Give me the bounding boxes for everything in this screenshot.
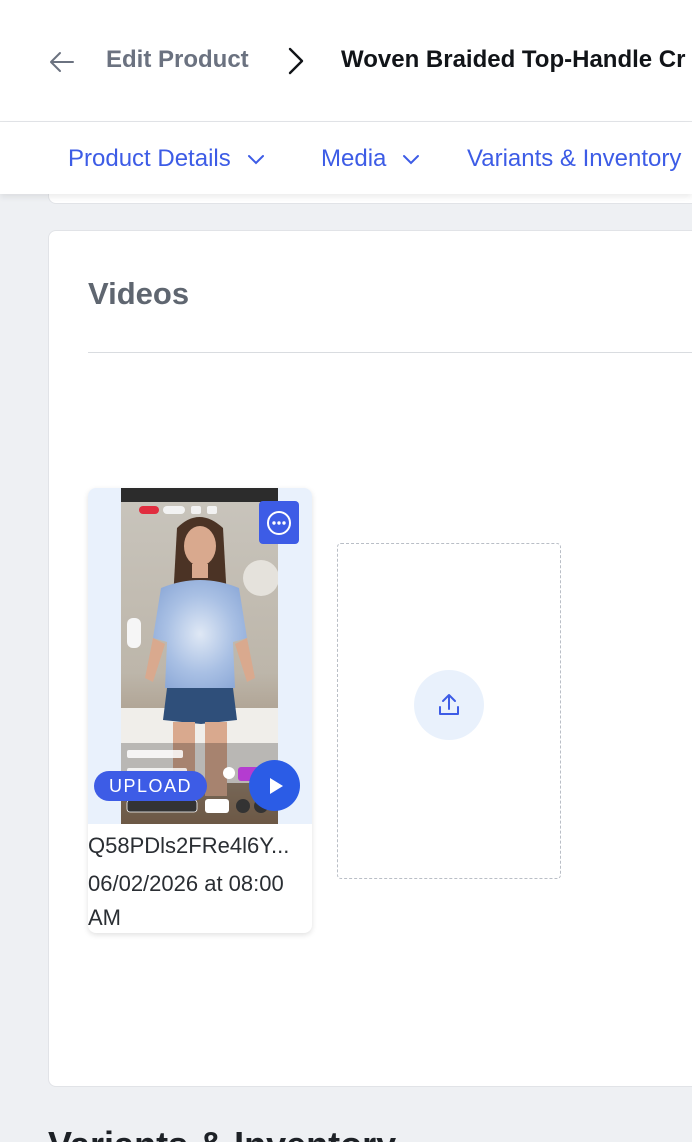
section-tabs: Product Details Media Variants & Invento… bbox=[0, 122, 692, 194]
upload-button[interactable] bbox=[414, 670, 484, 740]
upload-badge[interactable]: UPLOAD bbox=[94, 771, 208, 801]
arrow-left-icon[interactable] bbox=[48, 48, 76, 76]
upload-icon bbox=[439, 694, 459, 715]
video-filename: Q58PDls2FRe4l6Y... bbox=[88, 833, 290, 858]
top-bar: Edit Product Woven Braided Top-Handle Cr bbox=[0, 0, 692, 122]
more-options-button[interactable] bbox=[259, 501, 299, 544]
tab-media[interactable]: Media bbox=[321, 145, 420, 173]
video-tile[interactable]: UPLOAD Q58PDls2FRe4l6Y... 06/02/2026 at … bbox=[88, 488, 312, 933]
videos-card: Videos UPLOAD Q58PDls2FRe4l6Y... 06/02/2… bbox=[48, 230, 692, 1087]
breadcrumb-parent[interactable]: Edit Product bbox=[106, 46, 249, 74]
chevron-right-icon bbox=[288, 47, 304, 75]
tab-variants-inventory[interactable]: Variants & Inventory bbox=[467, 145, 681, 173]
play-button[interactable] bbox=[249, 760, 300, 811]
divider bbox=[88, 352, 692, 353]
section-title: Videos bbox=[88, 276, 190, 311]
more-options-icon bbox=[267, 510, 291, 535]
play-icon bbox=[269, 777, 283, 794]
page-title: Woven Braided Top-Handle Cr bbox=[341, 46, 686, 73]
chevron-down-icon bbox=[403, 155, 420, 165]
chevron-down-icon bbox=[247, 155, 264, 165]
tab-label: Media bbox=[321, 145, 387, 172]
video-date: 06/02/2026 at 08:00 AM bbox=[88, 871, 284, 930]
next-section-title: Variants & Inventory bbox=[48, 1124, 396, 1142]
tab-product-details[interactable]: Product Details bbox=[68, 145, 265, 173]
video-upload-dropzone[interactable] bbox=[337, 543, 561, 879]
video-thumbnail-area: UPLOAD bbox=[88, 488, 312, 824]
tab-label: Variants & Inventory bbox=[467, 145, 682, 172]
tab-label: Product Details bbox=[68, 145, 231, 172]
